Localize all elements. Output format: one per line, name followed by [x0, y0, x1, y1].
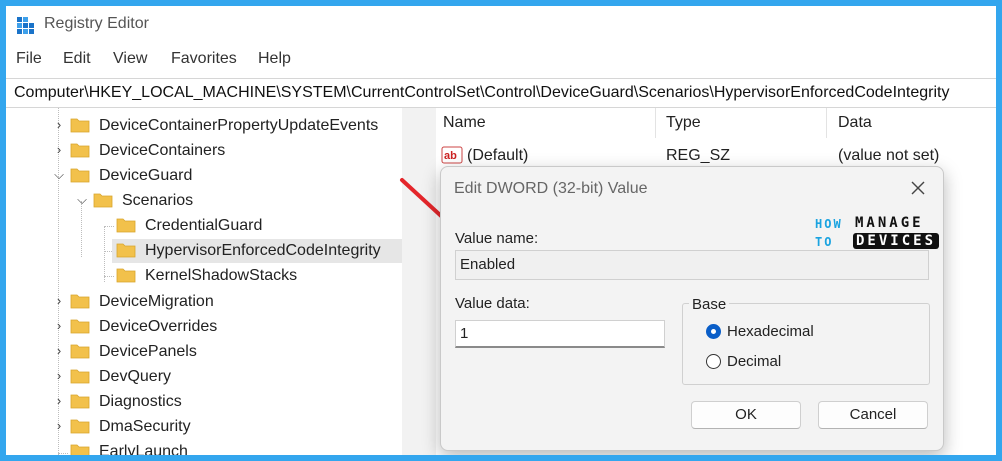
chevron-down-icon[interactable]: ⌵ [53, 168, 65, 182]
close-icon[interactable] [907, 177, 929, 199]
tree-item-devicemigration[interactable]: › DeviceMigration [6, 290, 402, 314]
chevron-right-icon[interactable]: › [53, 394, 65, 408]
tree-item-label: DeviceMigration [99, 293, 214, 310]
decimal-radio[interactable] [706, 354, 721, 369]
folder-icon [70, 344, 90, 359]
dialog-title: Edit DWORD (32-bit) Value [454, 180, 648, 197]
hexadecimal-label[interactable]: Hexadecimal [727, 323, 814, 340]
ok-button[interactable]: OK [691, 401, 801, 429]
column-divider[interactable] [655, 108, 656, 138]
tree-item-label: DeviceContainerPropertyUpdateEvents [99, 117, 379, 134]
logo-devices: DEVICES [853, 233, 940, 249]
logo-how: HOW [815, 217, 843, 231]
folder-icon [70, 394, 90, 409]
column-header-name[interactable]: Name [443, 114, 486, 132]
folder-open-icon [93, 193, 113, 208]
tree-item-diagnostics[interactable]: › Diagnostics [6, 390, 402, 414]
base-groupbox [682, 303, 930, 385]
tree-item-label: DeviceOverrides [99, 318, 218, 335]
folder-open-icon [70, 168, 90, 183]
menu-help[interactable]: Help [258, 50, 291, 68]
svg-text:ab: ab [444, 150, 457, 162]
tree-item-hypervisorenforcedcodeintegrity[interactable]: HypervisorEnforcedCodeIntegrity [112, 239, 402, 263]
menu-edit[interactable]: Edit [63, 50, 91, 68]
tree-item-credentialguard[interactable]: CredentialGuard [6, 214, 402, 238]
tree-item-devicecontainerpropertyupdateevents[interactable]: › DeviceContainerPropertyUpdateEvents [6, 114, 402, 138]
hexadecimal-radio[interactable] [706, 324, 721, 339]
folder-icon [70, 369, 90, 384]
decimal-label[interactable]: Decimal [727, 353, 781, 370]
registry-editor-window: Registry Editor File Edit View Favorites… [6, 6, 996, 455]
tree-item-scenarios[interactable]: ⌵ Scenarios [6, 189, 402, 213]
tree-item-devicecontainers[interactable]: › DeviceContainers [6, 139, 402, 163]
string-value-icon: ab [441, 146, 463, 164]
folder-icon [70, 294, 90, 309]
list-row[interactable]: ab (Default) REG_SZ (value not set) [436, 144, 996, 168]
address-path: Computer\HKEY_LOCAL_MACHINE\SYSTEM\Curre… [14, 84, 950, 101]
menu-file[interactable]: File [16, 50, 42, 68]
value-data-label: Value data: [455, 295, 530, 312]
folder-icon [70, 419, 90, 434]
value-name-label: Value name: [455, 230, 539, 247]
logo-to: TO [815, 235, 834, 249]
tree-item-dmasecurity[interactable]: › DmaSecurity [6, 415, 402, 439]
tree-item-devicepanels[interactable]: › DevicePanels [6, 340, 402, 364]
value-type: REG_SZ [666, 147, 731, 164]
tree-item-deviceguard[interactable]: ⌵ DeviceGuard [6, 164, 402, 188]
menu-view[interactable]: View [113, 50, 147, 68]
pane-splitter[interactable] [402, 108, 436, 455]
column-header-data[interactable]: Data [838, 114, 872, 132]
value-data: (value not set) [838, 147, 940, 164]
window-title: Registry Editor [44, 15, 149, 32]
tree-item-label: DmaSecurity [99, 418, 191, 435]
tree-item-label: KernelShadowStacks [145, 267, 298, 284]
chevron-right-icon[interactable]: › [53, 294, 65, 308]
tree-item-label: DevicePanels [99, 343, 197, 360]
menu-bar: File Edit View Favorites Help [6, 48, 996, 72]
tree-item-label: CredentialGuard [145, 217, 263, 234]
tree-item-label: HypervisorEnforcedCodeIntegrity [145, 242, 381, 259]
chevron-right-icon[interactable]: › [53, 319, 65, 333]
folder-icon [70, 444, 90, 455]
chevron-down-icon[interactable]: ⌵ [76, 193, 88, 207]
folder-icon [116, 243, 136, 258]
value-data-input[interactable]: 1 [455, 320, 665, 348]
tree-item-label: DeviceContainers [99, 142, 226, 159]
tree-item-label: DevQuery [99, 368, 172, 385]
logo-manage: MANAGE [855, 215, 924, 231]
folder-icon [70, 143, 90, 158]
tree-item-label: Diagnostics [99, 393, 182, 410]
folder-icon [116, 218, 136, 233]
folder-icon [70, 319, 90, 334]
tree-item-earlylaunch[interactable]: EarlyLaunch [6, 440, 402, 455]
registry-editor-icon [17, 17, 34, 34]
value-name-field: Enabled [455, 250, 929, 280]
chevron-right-icon[interactable]: › [53, 118, 65, 132]
tree-item-kernelshadowstacks[interactable]: KernelShadowStacks [6, 264, 402, 288]
title-bar: Registry Editor [6, 6, 996, 44]
base-label: Base [689, 296, 730, 313]
edit-dword-dialog: Edit DWORD (32-bit) Value HOW TO MANAGE … [440, 166, 944, 451]
column-header-type[interactable]: Type [666, 114, 701, 132]
chevron-right-icon[interactable]: › [53, 419, 65, 433]
tree-item-label: DeviceGuard [99, 167, 193, 184]
registry-tree[interactable]: › DeviceContainerPropertyUpdateEvents › … [6, 108, 402, 455]
address-bar[interactable]: Computer\HKEY_LOCAL_MACHINE\SYSTEM\Curre… [6, 78, 996, 108]
tree-item-label: Scenarios [122, 192, 194, 209]
menu-favorites[interactable]: Favorites [171, 50, 237, 68]
chevron-right-icon[interactable]: › [53, 344, 65, 358]
tree-item-label: EarlyLaunch [99, 443, 188, 455]
column-divider[interactable] [826, 108, 827, 138]
value-name: (Default) [467, 147, 529, 164]
folder-icon [116, 268, 136, 283]
tree-item-deviceoverrides[interactable]: › DeviceOverrides [6, 315, 402, 339]
chevron-right-icon[interactable]: › [53, 369, 65, 383]
folder-icon [70, 118, 90, 133]
cancel-button[interactable]: Cancel [818, 401, 928, 429]
chevron-right-icon[interactable]: › [53, 143, 65, 157]
tree-item-devquery[interactable]: › DevQuery [6, 365, 402, 389]
